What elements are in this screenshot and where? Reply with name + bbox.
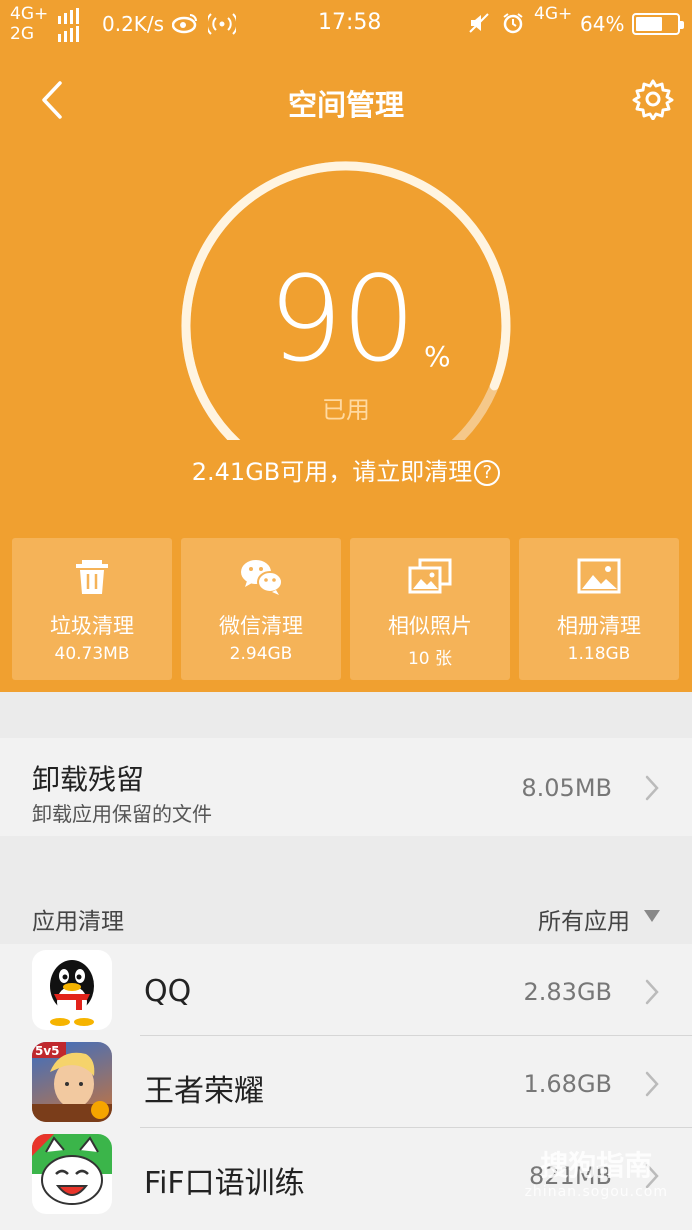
used-percent-value: 90 — [268, 250, 416, 388]
signal-bars-icon — [58, 8, 79, 42]
chevron-right-icon — [645, 1071, 659, 1097]
app-cleanup-title: 应用清理 — [32, 909, 124, 935]
app-size: 2.83GB — [523, 978, 613, 1006]
tile-label: 相册清理 — [557, 614, 641, 638]
honor-of-kings-icon: 5v5 — [32, 1042, 112, 1122]
tile-label: 垃圾清理 — [50, 614, 134, 638]
cleanup-tiles: 垃圾清理 40.73MB 微信清理 2.94GB 相似照片 10 张 相册清理 … — [12, 538, 682, 680]
wechat-icon — [241, 560, 283, 595]
trash-icon — [76, 560, 108, 594]
tile-album-clean[interactable]: 相册清理 1.18GB — [519, 538, 679, 680]
status-bar: 4G+ 2G 0.2K/s 17:58 4G+ 64% — [0, 0, 692, 52]
storage-header-panel: 4G+ 2G 0.2K/s 17:58 4G+ 64% 空间管理 90 % 已用… — [0, 0, 692, 692]
app-name: 王者荣耀 — [144, 1074, 264, 1109]
residue-size: 8.05MB — [521, 774, 612, 802]
watermark-sub: zhinan.sogou.com — [524, 1184, 668, 1200]
tile-wechat-clean[interactable]: 微信清理 2.94GB — [181, 538, 341, 680]
svg-text:5v5: 5v5 — [35, 1044, 60, 1058]
available-text-label: 2.41GB可用，请立即清理 — [191, 458, 473, 486]
caret-down-icon[interactable] — [644, 910, 660, 922]
app-row-honor-of-kings[interactable]: 5v5 王者荣耀 1.68GB — [0, 1036, 692, 1128]
app-size: 1.68GB — [523, 1070, 613, 1098]
percent-sign: % — [424, 340, 451, 373]
tile-value: 10 张 — [407, 649, 453, 669]
network-speed: 0.2K/s — [102, 12, 165, 36]
battery-icon — [632, 13, 684, 35]
tile-similar-photos[interactable]: 相似照片 10 张 — [350, 538, 510, 680]
tile-label: 微信清理 — [219, 614, 303, 638]
chevron-right-icon — [645, 775, 659, 801]
battery-fill — [636, 17, 662, 31]
network-right-label: 4G+ — [534, 4, 573, 24]
available-text: 2.41GB可用，请立即清理? — [0, 452, 692, 487]
app-row-qq[interactable]: QQ 2.83GB — [0, 944, 692, 1036]
hotspot-icon — [208, 13, 236, 35]
gear-icon[interactable] — [632, 78, 674, 120]
residue-title: 卸载残留 — [32, 763, 145, 796]
page-title: 空间管理 — [287, 88, 404, 122]
battery-tip — [680, 21, 684, 29]
weibo-icon — [172, 14, 197, 34]
uninstall-residue-row[interactable]: 卸载残留 卸载应用保留的文件 8.05MB — [0, 738, 692, 836]
watermark: 搜狗指南 zhinan.sogou.com — [525, 1144, 668, 1200]
fif-icon — [32, 1134, 112, 1214]
mute-icon — [469, 13, 489, 33]
app-name: FiF口语训练 — [144, 1166, 305, 1201]
tile-value: 1.18GB — [567, 644, 631, 664]
album-icon — [577, 558, 621, 594]
app-cleanup-header: 应用清理 所有应用 — [0, 884, 692, 944]
app-name: QQ — [144, 974, 192, 1009]
chevron-right-icon — [645, 979, 659, 1005]
app-filter-dropdown[interactable]: 所有应用 — [538, 902, 630, 936]
tile-value: 40.73MB — [54, 644, 130, 664]
tile-label: 相似照片 — [388, 614, 472, 638]
alarm-icon — [503, 13, 523, 34]
qq-icon — [32, 950, 112, 1030]
tile-value: 2.94GB — [229, 644, 293, 664]
tile-junk-clean[interactable]: 垃圾清理 40.73MB — [12, 538, 172, 680]
residue-subtitle: 卸载应用保留的文件 — [32, 802, 212, 826]
battery-percent: 64% — [580, 12, 625, 36]
clock: 17:58 — [318, 10, 382, 35]
used-label: 已用 — [322, 396, 370, 424]
similar-photos-icon — [408, 558, 452, 594]
watermark-main: 搜狗指南 — [540, 1149, 653, 1182]
help-icon[interactable]: ? — [474, 460, 501, 486]
